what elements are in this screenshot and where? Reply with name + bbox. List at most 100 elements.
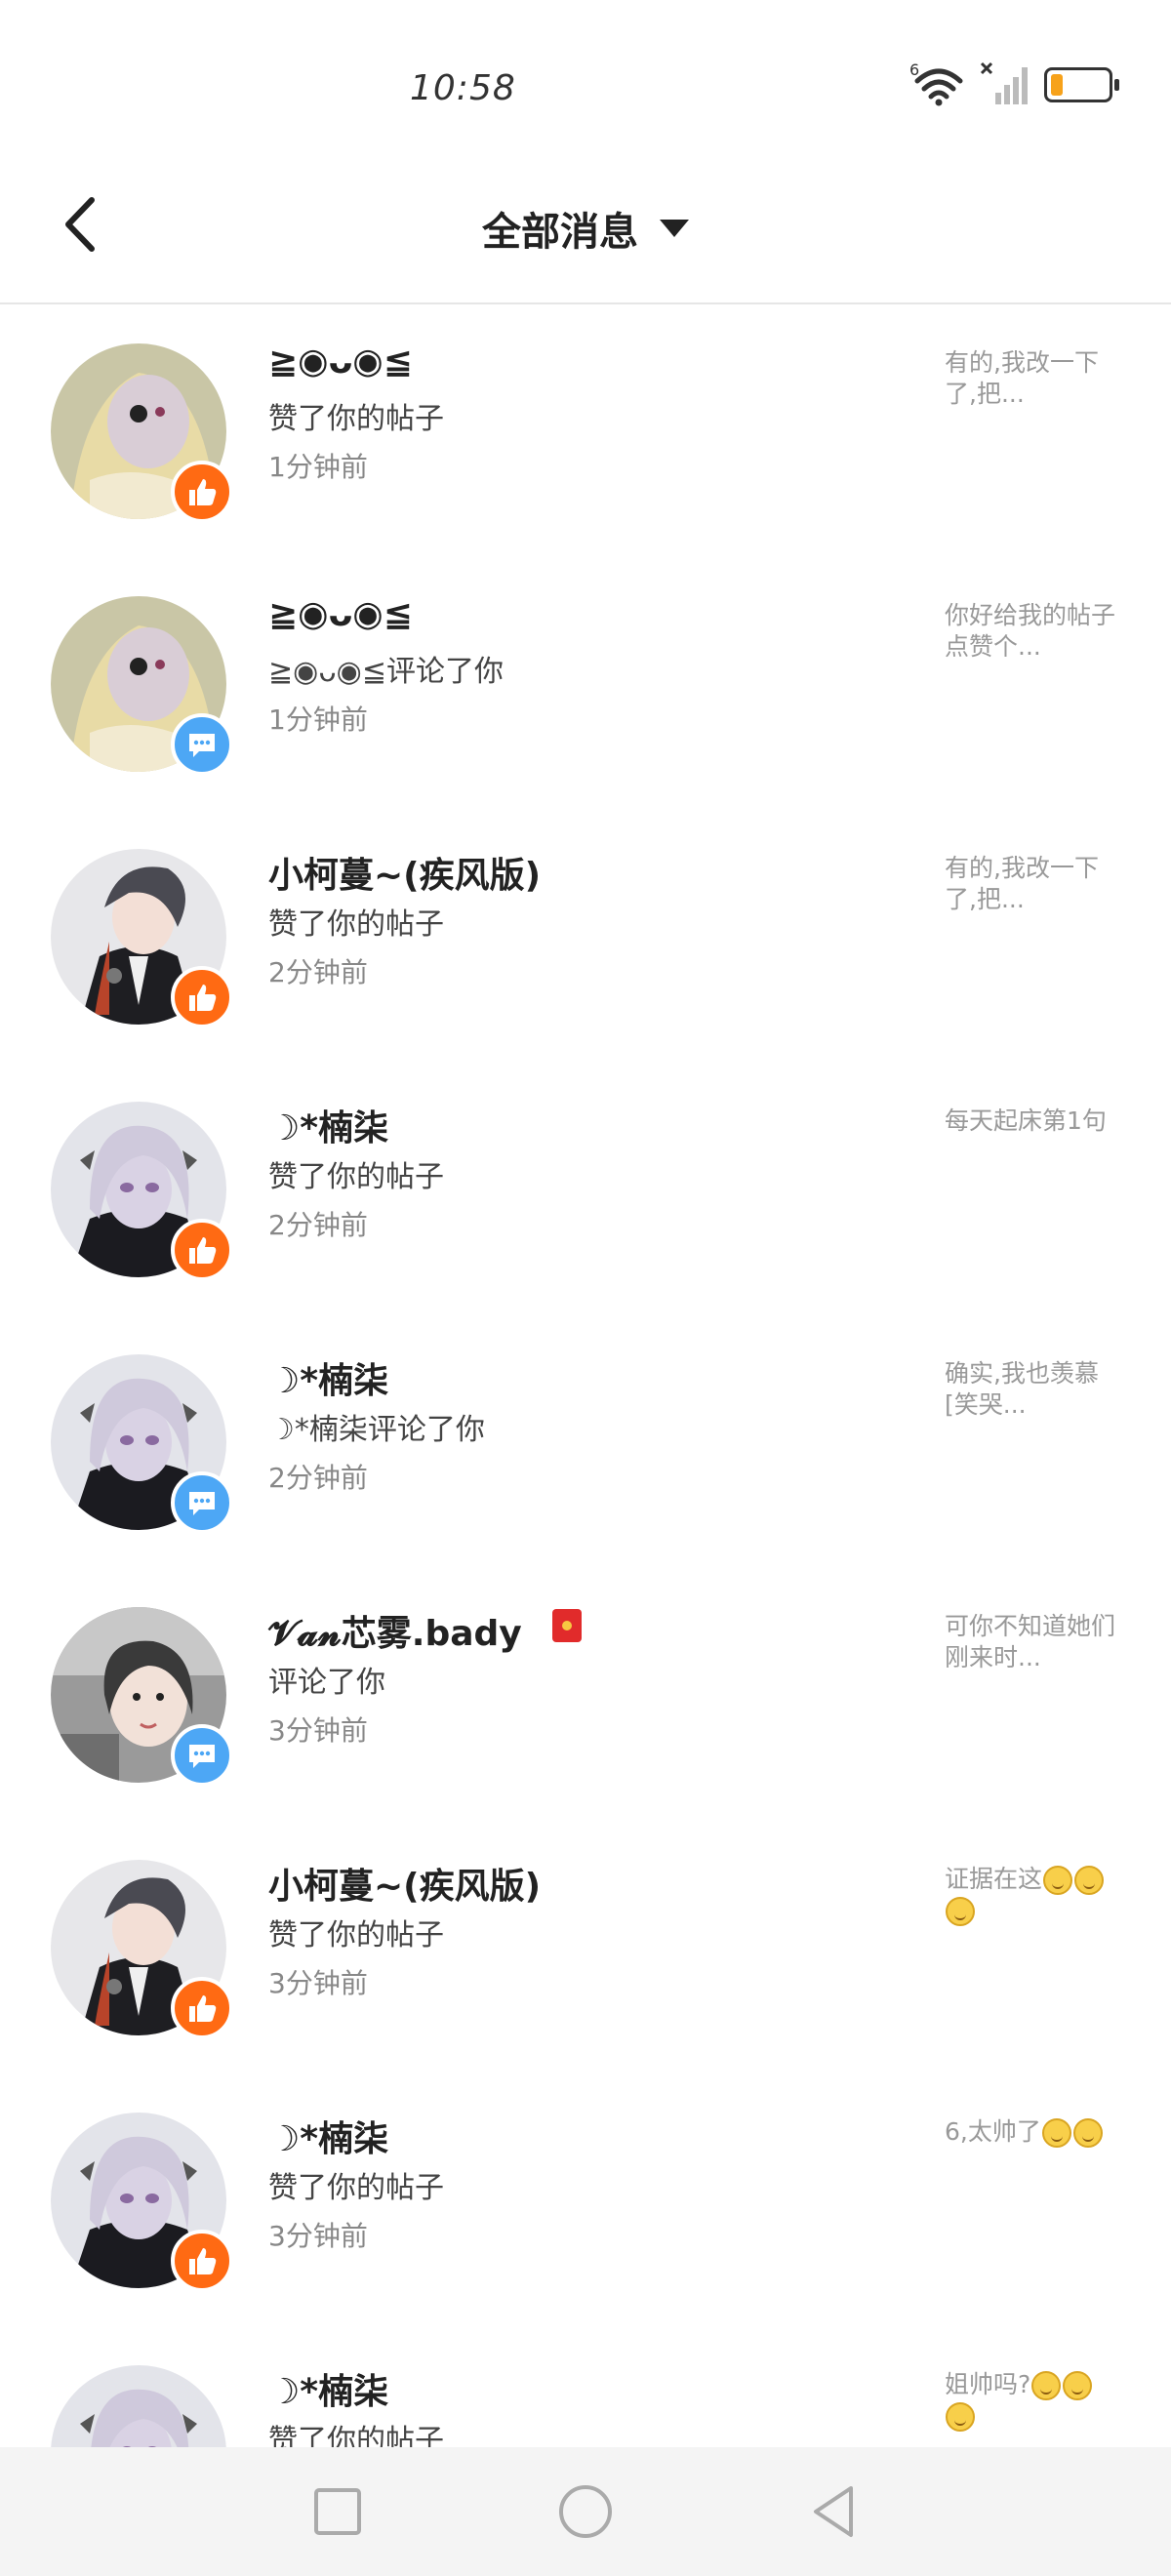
- message-preview[interactable]: 姐帅吗?: [945, 2369, 1120, 2432]
- smile-emoji-icon: [1063, 2371, 1093, 2400]
- page-title: 全部消息: [482, 210, 638, 255]
- message-action: 赞了你的帖子: [268, 2424, 444, 2447]
- sender-name[interactable]: ≧◉ᴗ◉≦: [268, 342, 413, 382]
- message-preview[interactable]: 确实,我也羡慕[笑哭...: [945, 1358, 1120, 1421]
- home-button[interactable]: [556, 2482, 615, 2541]
- thumbs-up-icon: [189, 2248, 217, 2274]
- message-preview[interactable]: 有的,我改一下了,把...: [945, 853, 1120, 915]
- message-row[interactable]: ≧◉ᴗ◉≦ ≧◉ᴗ◉≦评论了你 1分钟前 你好给我的帖子点赞个...: [0, 557, 1171, 810]
- message-preview[interactable]: 6,太帅了: [945, 2116, 1120, 2148]
- smile-emoji-icon: [1043, 1866, 1073, 1895]
- system-nav-bar: [0, 2447, 1171, 2576]
- message-time: 1分钟前: [268, 704, 368, 736]
- wifi-label: 6: [909, 60, 919, 79]
- like-badge: [171, 966, 233, 1028]
- like-badge: [171, 1977, 233, 2039]
- message-preview-text: 姐帅吗?: [945, 2370, 1031, 2398]
- message-row[interactable]: 𝓥𝓪𝓷芯雾.bady 评论了你 3分钟前 可你不知道她们刚来时...: [0, 1568, 1171, 1821]
- circle-icon: [559, 2485, 612, 2538]
- message-row[interactable]: ≧◉ᴗ◉≦ 赞了你的帖子 1分钟前 有的,我改一下了,把...: [0, 304, 1171, 557]
- smile-emoji-icon: [946, 2402, 975, 2432]
- message-preview[interactable]: 每天起床第1句: [945, 1106, 1120, 1137]
- message-preview[interactable]: 你好给我的帖子点赞个...: [945, 600, 1120, 663]
- message-row[interactable]: ☽*楠柒 ☽*楠柒评论了你 2分钟前 确实,我也羡慕[笑哭...: [0, 1315, 1171, 1568]
- message-time: 2分钟前: [268, 1209, 368, 1241]
- thumbs-up-icon: [189, 1995, 217, 2022]
- message-time: 1分钟前: [268, 451, 368, 483]
- message-action: 赞了你的帖子: [268, 1160, 444, 1194]
- message-preview[interactable]: 可你不知道她们刚来时...: [945, 1611, 1120, 1673]
- comment-icon: [189, 734, 215, 757]
- message-preview-text: 有的,我改一下了,把...: [945, 348, 1099, 408]
- message-row[interactable]: ☽*楠柒赞了你的帖子 姐帅吗?: [0, 2326, 1171, 2447]
- message-filter-dropdown[interactable]: 全部消息: [482, 200, 689, 257]
- battery-icon: [1044, 67, 1119, 102]
- comment-badge: [171, 1471, 233, 1534]
- message-preview-text: 每天起床第1句: [945, 1107, 1107, 1135]
- like-badge: [171, 2230, 233, 2292]
- message-action: 赞了你的帖子: [268, 2171, 444, 2205]
- smile-emoji-icon: [1074, 1866, 1105, 1895]
- message-row[interactable]: 小柯蔓~(疾风版) 赞了你的帖子 2分钟前 有的,我改一下了,把...: [0, 810, 1171, 1063]
- sender-name[interactable]: ≧◉ᴗ◉≦: [268, 594, 413, 634]
- sender-name[interactable]: ☽*楠柒: [268, 2111, 388, 2161]
- header-title-wrap: 全部消息: [0, 200, 1171, 257]
- message-list[interactable]: ≧◉ᴗ◉≦ 赞了你的帖子 1分钟前 有的,我改一下了,把... ≧◉ᴗ◉≦ ≧◉ᴗ◉≦评论…: [0, 304, 1171, 2447]
- sender-name[interactable]: 小柯蔓~(疾风版): [268, 847, 541, 898]
- smile-emoji-icon: [1041, 2118, 1071, 2148]
- message-action: ☽*楠柒评论了你: [268, 1413, 485, 1447]
- sender-name[interactable]: ☽*楠柒: [268, 1352, 388, 1403]
- thumbs-up-icon: [189, 985, 217, 1011]
- battery-level: [1051, 74, 1063, 96]
- wifi-icon: 6: [909, 60, 966, 110]
- like-badge: [171, 461, 233, 523]
- message-action: ≧◉ᴗ◉≦评论了你: [268, 655, 504, 689]
- thumbs-up-icon: [189, 479, 217, 505]
- triangle-back-icon: [814, 2486, 853, 2537]
- header: 全部消息: [0, 146, 1171, 304]
- message-row[interactable]: ☽*楠柒赞了你的帖子 3分钟前 6,太帅了: [0, 2073, 1171, 2326]
- square-icon: [314, 2488, 361, 2535]
- thumbs-up-icon: [189, 1237, 217, 1264]
- comment-badge: [171, 1724, 233, 1787]
- avatar[interactable]: [51, 2365, 226, 2447]
- comment-badge: [171, 713, 233, 776]
- message-row[interactable]: 小柯蔓~(疾风版) 赞了你的帖子 3分钟前 证据在这: [0, 1821, 1171, 2073]
- red-packet-emoji-icon: [552, 1609, 582, 1642]
- message-preview-text: 你好给我的帖子点赞个...: [945, 601, 1116, 661]
- sender-name[interactable]: ☽*楠柒: [268, 1100, 388, 1150]
- message-row[interactable]: ☽*楠柒赞了你的帖子 2分钟前 每天起床第1句: [0, 1063, 1171, 1315]
- message-action: 赞了你的帖子: [268, 907, 444, 942]
- sender-name[interactable]: 𝓥𝓪𝓷芯雾.bady: [268, 1605, 522, 1656]
- message-preview[interactable]: 有的,我改一下了,把...: [945, 347, 1120, 410]
- smile-emoji-icon: [946, 1897, 975, 1926]
- message-preview-text: 证据在这: [945, 1865, 1043, 1893]
- message-preview-text: 确实,我也羡慕[笑哭...: [945, 1359, 1099, 1419]
- comment-icon: [189, 1492, 215, 1515]
- message-time: 3分钟前: [268, 1714, 368, 1747]
- message-action: 赞了你的帖子: [268, 402, 444, 436]
- status-time: 10:58: [410, 68, 516, 108]
- smile-emoji-icon: [1072, 2118, 1103, 2148]
- status-bar: 10:58 6: [0, 0, 1171, 146]
- like-badge: [171, 1219, 233, 1281]
- sender-name[interactable]: ☽*楠柒: [268, 2363, 388, 2414]
- message-action: 评论了你: [268, 1666, 385, 1700]
- message-time: 2分钟前: [268, 1462, 368, 1494]
- recent-apps-button[interactable]: [308, 2482, 367, 2541]
- message-preview-text: 6,太帅了: [945, 2117, 1041, 2146]
- smile-emoji-icon: [1031, 2371, 1062, 2400]
- signal-icon: [980, 60, 1030, 110]
- caret-down-icon: [660, 220, 689, 237]
- message-preview-text: 可你不知道她们刚来时...: [945, 1612, 1116, 1671]
- status-icons: 6: [909, 60, 1119, 110]
- message-action: 赞了你的帖子: [268, 1918, 444, 1952]
- sender-name[interactable]: 小柯蔓~(疾风版): [268, 1858, 541, 1909]
- message-preview-text: 有的,我改一下了,把...: [945, 854, 1099, 913]
- message-time: 2分钟前: [268, 956, 368, 988]
- system-back-button[interactable]: [804, 2482, 863, 2541]
- page: 10:58 6 全部消息 ≧◉ᴗ◉≦ 赞了你的帖子 1分钟前 有的,我改一下了,…: [0, 0, 1171, 2576]
- message-preview[interactable]: 证据在这: [945, 1864, 1120, 1926]
- message-time: 3分钟前: [268, 2220, 368, 2252]
- comment-icon: [189, 1745, 215, 1768]
